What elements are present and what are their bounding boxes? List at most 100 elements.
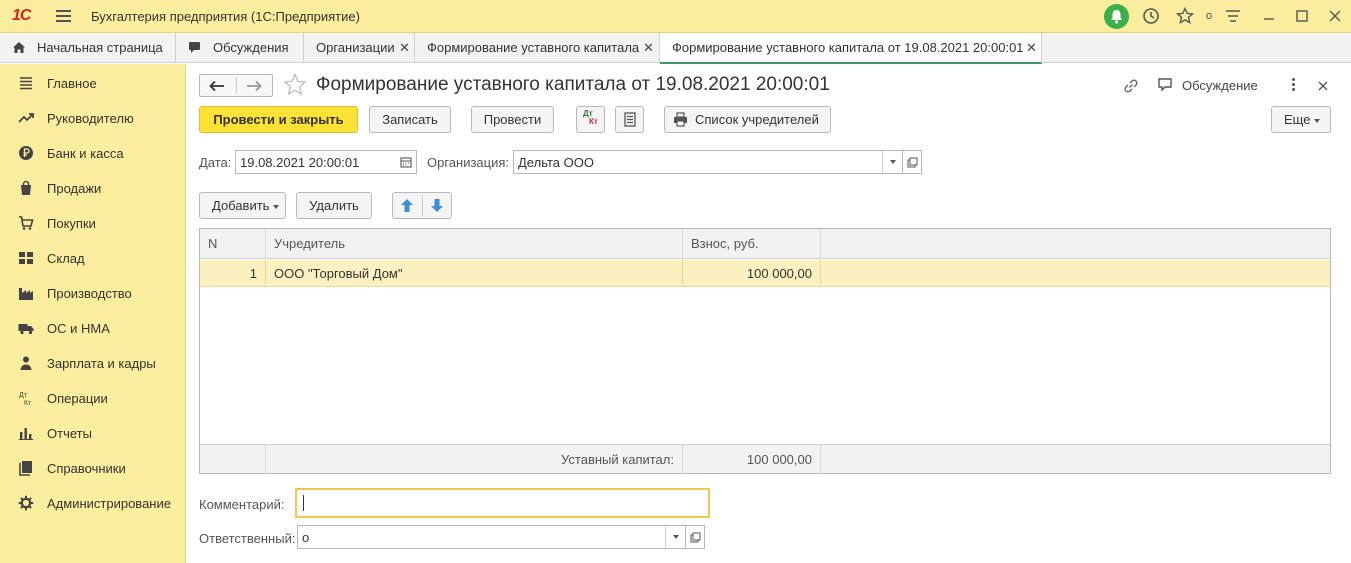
sidebar-item-warehouse[interactable]: Склад: [0, 240, 186, 275]
date-field[interactable]: 19.08.2021 20:00:01: [235, 150, 417, 174]
sidebar-item-fixed-assets[interactable]: ОС и НМА: [0, 310, 186, 345]
move-up-icon[interactable]: [400, 198, 414, 213]
move-down-icon[interactable]: [430, 198, 444, 213]
shopping-bag-icon: [21, 180, 31, 195]
chevron-down-icon: [273, 205, 279, 209]
notifications-bell-icon[interactable]: [1104, 4, 1129, 29]
tab-organizations[interactable]: Организации ✕: [304, 33, 415, 63]
more-actions-icon[interactable]: [1292, 78, 1296, 92]
organization-field[interactable]: Дельта ООО: [513, 150, 903, 174]
save-button[interactable]: Записать: [369, 106, 451, 133]
text-cursor: [303, 495, 304, 511]
chevron-down-icon[interactable]: [665, 526, 685, 548]
column-header-empty: [821, 229, 1330, 259]
sidebar-item-main[interactable]: Главное: [0, 65, 186, 100]
cell-n[interactable]: 1: [200, 260, 266, 287]
document-list-icon: [624, 112, 636, 127]
delete-row-button[interactable]: Удалить: [296, 192, 372, 219]
open-window-icon: [690, 532, 701, 543]
cell-amount[interactable]: 100 000,00: [683, 260, 821, 287]
sidebar-item-label: Отчеты: [47, 426, 92, 441]
post-button[interactable]: Провести: [471, 106, 554, 133]
nav-group: [199, 74, 273, 97]
filter-lines-icon[interactable]: [1224, 7, 1242, 25]
column-header-amount[interactable]: Взнос, руб.: [683, 229, 821, 259]
responsible-open-button[interactable]: [685, 525, 705, 549]
tab-label: Формирование уставного капитала: [427, 40, 640, 55]
cell-empty: [821, 260, 1330, 287]
sidebar-item-reports[interactable]: Отчеты: [0, 415, 186, 450]
footer-cell-empty: [821, 445, 1330, 474]
chevron-down-icon[interactable]: [882, 151, 902, 173]
add-row-button[interactable]: Добавить: [199, 192, 286, 219]
menu-lines-icon: [20, 77, 32, 90]
tab-close-icon[interactable]: ✕: [399, 40, 410, 56]
history-icon[interactable]: [1142, 7, 1160, 25]
calendar-icon[interactable]: [400, 156, 412, 168]
column-header-n[interactable]: N: [200, 229, 266, 259]
close-window-icon[interactable]: [1326, 7, 1344, 25]
sidebar-item-manager[interactable]: Руководителю: [0, 100, 186, 135]
sidebar-item-directories[interactable]: Справочники: [0, 450, 186, 485]
tab-home[interactable]: Начальная страница: [0, 33, 176, 63]
sidebar-item-purchases[interactable]: Покупки: [0, 205, 186, 240]
tab-close-icon[interactable]: ✕: [1026, 40, 1037, 56]
discussion-icon[interactable]: [1157, 77, 1175, 94]
founders-list-button[interactable]: Список учредителей: [664, 106, 831, 133]
post-and-close-button[interactable]: Провести и закрыть: [199, 106, 358, 133]
responsible-field[interactable]: о: [297, 525, 686, 549]
tab-discussions[interactable]: Обсуждения: [176, 33, 304, 63]
comment-field[interactable]: [295, 488, 710, 518]
favorites-star-icon[interactable]: [1176, 7, 1194, 25]
sidebar-item-operations[interactable]: Дт Кт Операции: [0, 380, 186, 415]
table-row[interactable]: 1 ООО "Торговый Дом" 100 000,00: [200, 260, 1330, 287]
tab-close-icon[interactable]: ✕: [643, 40, 654, 56]
sidebar-item-label: Продажи: [47, 181, 102, 196]
tab-capital-formation-doc[interactable]: Формирование уставного капитала от 19.08…: [660, 33, 1042, 64]
forward-arrow-icon[interactable]: [246, 80, 262, 92]
sidebar-item-salary[interactable]: Зарплата и кадры: [0, 345, 186, 380]
maximize-icon[interactable]: [1293, 7, 1311, 25]
date-value: 19.08.2021 20:00:01: [240, 155, 360, 170]
factory-icon: [19, 288, 33, 300]
date-label: Дата:: [199, 155, 232, 170]
cart-icon: [19, 216, 34, 230]
gear-icon: [18, 495, 34, 511]
minimize-icon[interactable]: [1260, 7, 1278, 25]
discussion-icon: [189, 42, 200, 53]
discussion-link[interactable]: Обсуждение: [1182, 78, 1258, 93]
back-arrow-icon[interactable]: [209, 80, 225, 92]
kt-label: Кт: [589, 117, 598, 126]
sidebar-item-label: Склад: [47, 251, 85, 266]
sidebar-item-bank[interactable]: Банк и касса: [0, 135, 186, 170]
cell-founder[interactable]: ООО "Торговый Дом": [266, 260, 683, 287]
warehouse-icon: [19, 252, 33, 264]
dt-kt-button[interactable]: Дт Кт: [576, 106, 605, 133]
comment-label: Комментарий:: [199, 497, 285, 512]
close-form-icon[interactable]: [1317, 80, 1329, 92]
founders-list-label: Список учредителей: [695, 112, 819, 127]
sidebar-item-label: Справочники: [47, 461, 126, 476]
sidebar-item-production[interactable]: Производство: [0, 275, 186, 310]
more-button[interactable]: Еще: [1271, 106, 1331, 133]
svg-text:Кт: Кт: [24, 400, 32, 406]
sidebar-item-administration[interactable]: Администрирование: [0, 485, 186, 520]
sidebar-item-label: Администрирование: [47, 496, 171, 511]
app-title: Бухгалтерия предприятия (1С:Предприятие): [91, 9, 360, 24]
founders-table: N Учредитель Взнос, руб. 1 ООО "Торговый…: [199, 228, 1331, 474]
favorite-star-icon[interactable]: [283, 73, 307, 96]
link-icon[interactable]: [1122, 77, 1140, 95]
tab-bar: Начальная страница Обсуждения Организаци…: [0, 33, 1351, 64]
app-logo: 1С: [12, 7, 31, 24]
ruble-coin-icon: [19, 146, 33, 160]
bar-chart-icon: [19, 428, 33, 440]
sidebar-item-sales[interactable]: Продажи: [0, 170, 186, 205]
tab-capital-formation-list[interactable]: Формирование уставного капитала ✕: [415, 33, 660, 63]
footer-cell-n: [200, 445, 266, 474]
organization-open-button[interactable]: [902, 150, 922, 174]
column-header-founder[interactable]: Учредитель: [266, 229, 683, 259]
sidebar: Главное Руководителю Банк и касса Продаж…: [0, 64, 186, 563]
main-menu-icon[interactable]: [56, 10, 71, 22]
print-report-button[interactable]: [615, 106, 644, 133]
svg-text:Дт: Дт: [19, 392, 28, 399]
